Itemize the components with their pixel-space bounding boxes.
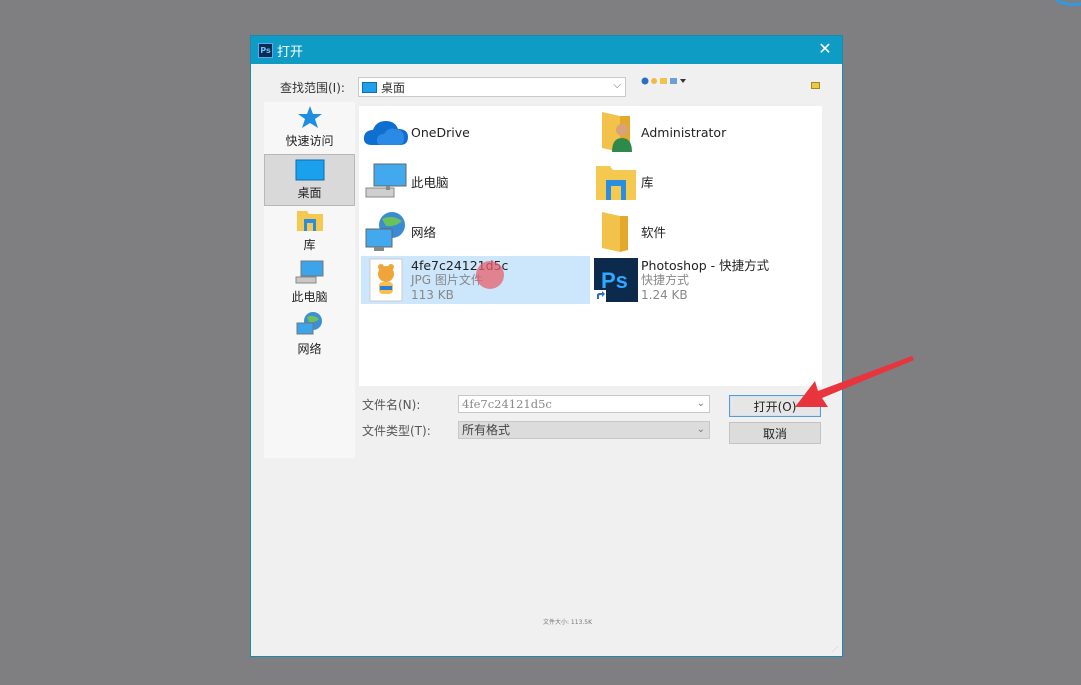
filename-row: 文件名(N): 4fe7c24121d5c ⌄ — [362, 395, 710, 413]
file-type: 快捷方式 — [641, 272, 690, 287]
file-name: OneDrive — [411, 124, 470, 140]
filetype-value: 所有格式 — [462, 423, 511, 437]
place-label: 库 — [303, 238, 316, 252]
photoshop-app-icon: Ps — [258, 42, 273, 58]
corner-decoration — [1051, 0, 1081, 6]
file-name: 此电脑 — [411, 174, 449, 190]
computer-icon — [365, 163, 407, 198]
library-icon — [296, 211, 323, 231]
photoshop-icon: Ps — [594, 258, 638, 302]
file-name: Photoshop - 快捷方式 — [641, 257, 770, 273]
new-folder-icon[interactable] — [660, 78, 667, 84]
cloud-icon — [363, 121, 408, 145]
file-name: 网络 — [411, 224, 437, 240]
filetype-row: 文件类型(T): 所有格式 ⌄ — [362, 421, 710, 439]
file-name: Administrator — [641, 124, 727, 140]
view-menu-icon[interactable] — [670, 78, 677, 84]
network-icon — [365, 212, 405, 251]
file-size-status: 文件大小: 113.5K — [543, 619, 593, 626]
image-file-icon — [369, 258, 403, 302]
close-button[interactable]: ✕ — [816, 40, 834, 58]
user-folder-icon — [602, 112, 632, 152]
file-item-network[interactable]: 网络 — [361, 208, 590, 256]
open-file-dialog: Ps 打开 ✕ 查找范围(I): 桌面 ⌵ 快速访问 桌面 库 此电脑 网络 O… — [250, 35, 843, 657]
resize-grip-icon[interactable]: ⋰ — [832, 646, 840, 654]
file-item-photoshop[interactable]: Ps Photoshop - 快捷方式 快捷方式 1.24 KB — [591, 256, 820, 304]
file-item-software[interactable]: 软件 — [591, 208, 820, 256]
svg-text:Ps: Ps — [601, 268, 628, 293]
place-quick-access[interactable]: 快速访问 — [264, 102, 355, 154]
library-icon — [596, 166, 636, 200]
file-item-onedrive[interactable]: OneDrive — [361, 108, 590, 156]
back-icon[interactable] — [641, 77, 649, 85]
chevron-down-icon[interactable]: ⌄ — [697, 396, 705, 412]
nav-toolbar — [641, 76, 691, 86]
cancel-button[interactable]: 取消 — [729, 422, 821, 444]
file-list: OneDrive Administrator 此电脑 库 网络 软件 4fe7c… — [359, 106, 822, 386]
chevron-down-icon[interactable] — [680, 79, 686, 83]
up-folder-icon[interactable] — [651, 78, 657, 84]
places-bar: 快速访问 桌面 库 此电脑 网络 — [264, 102, 355, 458]
star-icon — [297, 106, 322, 128]
desktop-icon — [295, 159, 324, 181]
filename-value: 4fe7c24121d5c — [462, 397, 552, 411]
place-label: 桌面 — [297, 186, 322, 200]
place-label: 此电脑 — [291, 290, 328, 304]
title-bar: Ps 打开 ✕ — [251, 36, 842, 64]
filetype-label: 文件类型(T): — [362, 423, 431, 438]
file-name: 软件 — [641, 224, 667, 240]
file-item-administrator[interactable]: Administrator — [591, 108, 820, 156]
network-icon — [296, 312, 322, 335]
chevron-down-icon: ⌵ — [613, 80, 621, 91]
filename-label: 文件名(N): — [362, 397, 421, 412]
file-size: 1.24 KB — [641, 287, 688, 302]
file-item-this-pc[interactable]: 此电脑 — [361, 158, 590, 206]
file-name: 库 — [641, 174, 654, 190]
place-network[interactable]: 网络 — [264, 310, 355, 362]
file-size: 113 KB — [411, 287, 454, 302]
look-in-combo[interactable]: 桌面 ⌵ — [358, 77, 626, 97]
chevron-down-icon[interactable]: ⌄ — [697, 422, 705, 438]
open-button[interactable]: 打开(O) — [729, 395, 821, 417]
place-this-pc[interactable]: 此电脑 — [264, 258, 355, 310]
look-in-label: 查找范围(I): — [280, 80, 345, 95]
folder-small-icon[interactable] — [811, 82, 820, 89]
look-in-value: 桌面 — [381, 80, 406, 95]
place-label: 网络 — [297, 342, 322, 356]
place-desktop[interactable]: 桌面 — [264, 154, 355, 206]
desktop-icon — [362, 81, 377, 93]
folder-icon — [602, 212, 628, 252]
file-item-library[interactable]: 库 — [591, 158, 820, 206]
filetype-select[interactable]: 所有格式 ⌄ — [458, 421, 710, 439]
look-in-row: 查找范围(I): 桌面 ⌵ — [280, 77, 626, 97]
file-item-jpg[interactable]: 4fe7c24121d5c JPG 图片文件 113 KB — [361, 256, 590, 304]
filename-input[interactable]: 4fe7c24121d5c ⌄ — [458, 395, 710, 413]
dialog-title: 打开 — [277, 44, 304, 60]
cursor-highlight — [476, 261, 504, 289]
computer-icon — [295, 260, 323, 284]
place-library[interactable]: 库 — [264, 206, 355, 258]
place-label: 快速访问 — [285, 134, 334, 148]
